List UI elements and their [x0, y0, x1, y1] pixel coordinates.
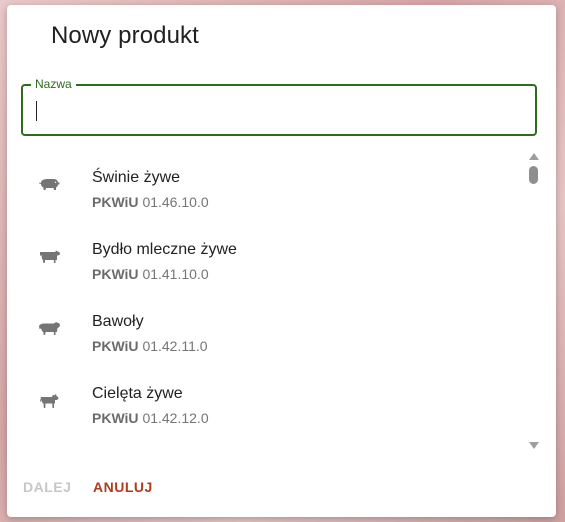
dialog-actions: DALEJ ANULUJ	[7, 475, 556, 505]
product-code: PKWiU 01.46.10.0	[92, 194, 209, 210]
code-value: 01.42.12.0	[142, 410, 209, 426]
cancel-button[interactable]: ANULUJ	[87, 475, 159, 499]
product-name: Cielęta żywe	[92, 385, 183, 402]
product-name: Świnie żywe	[92, 169, 181, 186]
product-code: PKWiU 01.42.12.0	[92, 410, 209, 426]
code-label: PKWiU	[92, 194, 139, 210]
next-button[interactable]: DALEJ	[17, 475, 77, 499]
code-value: 01.41.10.0	[142, 266, 209, 282]
product-list: Świnie żywe PKWiU 01.46.10.0 Bydło mlecz…	[7, 149, 527, 449]
code-label: PKWiU	[92, 410, 139, 426]
cow-icon	[40, 250, 60, 263]
scrollbar-thumb[interactable]	[529, 166, 538, 184]
name-input[interactable]	[33, 94, 517, 126]
name-field[interactable]: Nazwa	[21, 77, 537, 136]
calf-icon	[40, 394, 59, 408]
code-label: PKWiU	[92, 338, 139, 354]
product-name: Bydło mleczne żywe	[92, 241, 237, 258]
product-code: PKWiU 01.41.10.0	[92, 266, 209, 282]
text-caret	[36, 101, 37, 121]
code-value: 01.42.11.0	[142, 338, 208, 354]
code-label: PKWiU	[92, 266, 139, 282]
product-name: Bawoły	[92, 313, 144, 330]
code-value: 01.46.10.0	[142, 194, 209, 210]
buffalo-icon	[39, 322, 60, 335]
list-item[interactable]: Bawoły PKWiU 01.42.11.0	[7, 293, 527, 365]
list-item[interactable]: Bydło mleczne żywe PKWiU 01.41.10.0	[7, 221, 527, 293]
name-field-label: Nazwa	[31, 77, 76, 91]
scroll-down-arrow-icon[interactable]	[529, 442, 539, 449]
scroll-up-arrow-icon[interactable]	[529, 153, 539, 160]
list-item[interactable]: Świnie żywe PKWiU 01.46.10.0	[7, 149, 527, 221]
list-item[interactable]: Cielęta żywe PKWiU 01.42.12.0	[7, 365, 527, 437]
pig-icon	[39, 179, 60, 190]
list-scrollbar[interactable]	[526, 153, 542, 449]
product-code: PKWiU 01.42.11.0	[92, 338, 208, 354]
new-product-dialog: Nowy produkt Nazwa Świnie żywe PKWiU 01.…	[7, 5, 556, 517]
dialog-title: Nowy produkt	[51, 22, 199, 49]
